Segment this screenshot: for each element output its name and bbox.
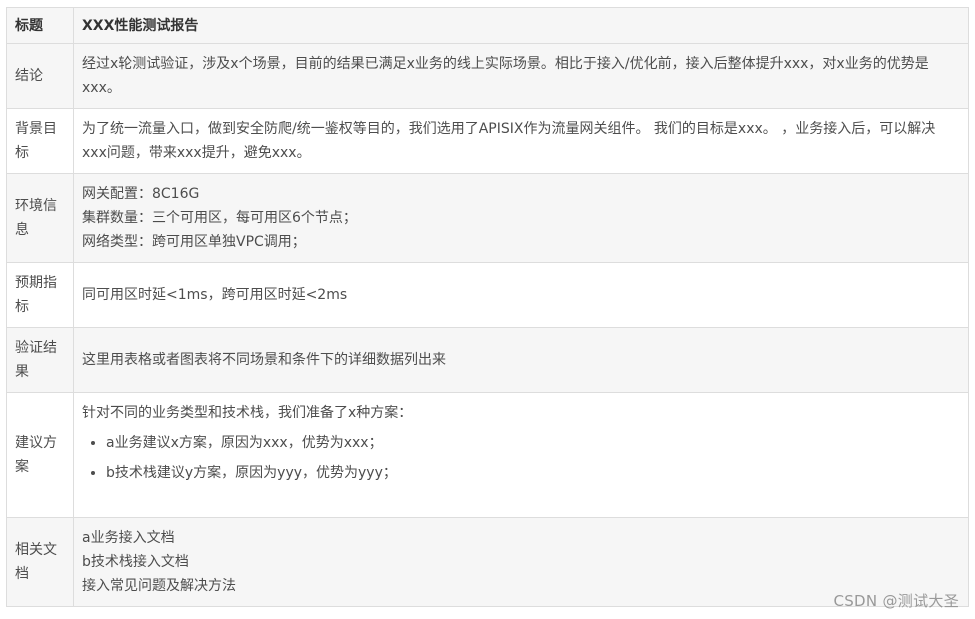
row-label: 背景目标 (6, 108, 74, 174)
row-label: 验证结果 (6, 327, 74, 393)
report-table: 标题 XXX性能测试报告 结论 经过x轮测试验证，涉及x个场景，目前的结果已满足… (6, 7, 969, 607)
document-link: a业务接入文档 (82, 530, 175, 546)
proposal-intro: 针对不同的业务类型和技术栈，我们准备了x种方案： (82, 405, 413, 421)
row-label: 相关文档 (6, 517, 74, 607)
table-row-environment: 环境信息 网关配置：8C16G 集群数量：三个可用区，每可用区6个节点； 网络类… (6, 173, 969, 263)
header-label: 标题 (6, 7, 74, 44)
table-header-row: 标题 XXX性能测试报告 (6, 7, 969, 44)
row-content: 这里用表格或者图表将不同场景和条件下的详细数据列出来 (73, 327, 969, 393)
proposal-list: a业务建议x方案，原因为xxx，优势为xxx； b技术栈建议y方案，原因为yyy… (82, 431, 960, 485)
table-row-verification: 验证结果 这里用表格或者图表将不同场景和条件下的详细数据列出来 (6, 327, 969, 393)
env-line: 集群数量：三个可用区，每可用区6个节点； (82, 210, 357, 226)
env-line: 网关配置：8C16G (82, 186, 200, 202)
row-content: 经过x轮测试验证，涉及x个场景，目前的结果已满足x业务的线上实际场景。相比于接入… (73, 43, 969, 109)
row-label: 结论 (6, 43, 74, 109)
table-row-proposal: 建议方案 针对不同的业务类型和技术栈，我们准备了x种方案： a业务建议x方案，原… (6, 392, 969, 518)
list-item: b技术栈建议y方案，原因为yyy，优势为yyy； (106, 461, 960, 485)
row-content: 为了统一流量入口，做到安全防爬/统一鉴权等目的，我们选用了APISIX作为流量网… (73, 108, 969, 174)
list-item: a业务建议x方案，原因为xxx，优势为xxx； (106, 431, 960, 455)
watermark: CSDN @测试大圣 (833, 592, 959, 610)
table-row-background: 背景目标 为了统一流量入口，做到安全防爬/统一鉴权等目的，我们选用了APISIX… (6, 108, 969, 174)
row-content: 同可用区时延<1ms，跨可用区时延<2ms (73, 262, 969, 328)
row-content: 针对不同的业务类型和技术栈，我们准备了x种方案： a业务建议x方案，原因为xxx… (73, 392, 969, 518)
row-label: 预期指标 (6, 262, 74, 328)
document-link: 接入常见问题及解决方法 (82, 578, 236, 594)
document-link: b技术栈接入文档 (82, 554, 189, 570)
table-row-documents: 相关文档 a业务接入文档 b技术栈接入文档 接入常见问题及解决方法 (6, 517, 969, 607)
row-label: 建议方案 (6, 392, 74, 518)
env-line: 网络类型：跨可用区单独VPC调用； (82, 234, 306, 250)
row-content: 网关配置：8C16G 集群数量：三个可用区，每可用区6个节点； 网络类型：跨可用… (73, 173, 969, 263)
row-label: 环境信息 (6, 173, 74, 263)
report-title: XXX性能测试报告 (73, 7, 969, 44)
table-row-conclusion: 结论 经过x轮测试验证，涉及x个场景，目前的结果已满足x业务的线上实际场景。相比… (6, 43, 969, 109)
table-row-expected-metrics: 预期指标 同可用区时延<1ms，跨可用区时延<2ms (6, 262, 969, 328)
